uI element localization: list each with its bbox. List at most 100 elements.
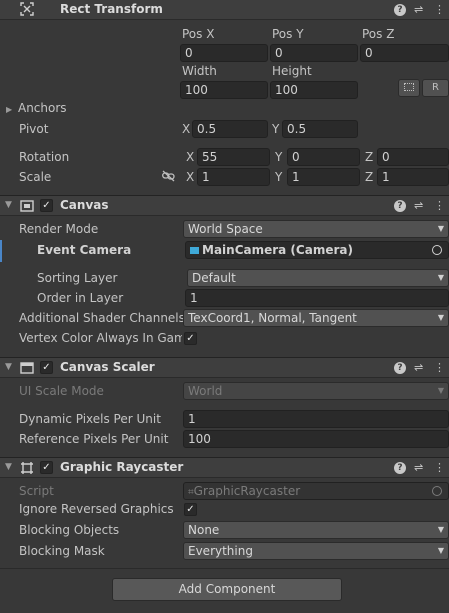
scale-label: Scale (19, 170, 52, 184)
rot-x-field[interactable]: 55 (197, 148, 270, 166)
rotation-label: Rotation (19, 150, 70, 164)
dynamic-pixels-field[interactable]: 1 (183, 410, 449, 428)
ignore-reversed-checkbox[interactable]: ✓ (184, 503, 197, 516)
event-camera-value: MainCamera (Camera) (202, 243, 353, 257)
rot-x-axis: X (186, 150, 195, 164)
blocking-objects-value: None (188, 523, 220, 537)
order-in-layer-label: Order in Layer (37, 291, 124, 305)
sorting-layer-value: Default (192, 271, 236, 285)
preset-icon[interactable]: ⇌ (414, 361, 423, 374)
pos-x-label: Pos X (182, 27, 215, 41)
expand-icon: ▶ (6, 105, 13, 114)
add-component-button[interactable]: Add Component (112, 578, 342, 601)
order-in-layer-field[interactable]: 1 (185, 289, 449, 307)
object-picker-icon[interactable] (432, 245, 442, 255)
pos-x-field[interactable]: 0 (180, 44, 268, 62)
shader-channels-label: Additional Shader Channels (19, 311, 185, 325)
reference-pixels-field[interactable]: 100 (183, 430, 449, 448)
override-indicator (0, 240, 2, 262)
pivot-y-field[interactable]: 0.5 (282, 120, 358, 138)
chevron-down-icon: ▼ (437, 224, 444, 233)
rot-y-field[interactable]: 0 (287, 148, 360, 166)
scale-y-axis: Y (275, 170, 283, 184)
help-icon[interactable]: ? (394, 4, 406, 16)
ignore-reversed-label: Ignore Reversed Graphics (19, 502, 174, 516)
script-field: ⌗GraphicRaycaster (183, 482, 449, 500)
canvas-enabled-checkbox[interactable]: ✓ (40, 199, 53, 212)
sorting-layer-label: Sorting Layer (37, 271, 118, 285)
blocking-mask-value: Everything (188, 544, 253, 558)
graphic-raycaster-title: Graphic Raycaster (60, 460, 184, 474)
rect-transform-title: Rect Transform (60, 2, 163, 16)
ui-scale-mode-label: UI Scale Mode (19, 384, 104, 398)
canvas-title: Canvas (60, 198, 109, 212)
sorting-layer-dropdown[interactable]: Default ▼ (187, 269, 449, 287)
rot-z-field[interactable]: 0 (377, 148, 449, 166)
anchors-foldout[interactable]: ▶ Anchors (6, 101, 67, 115)
shader-channels-value: TexCoord1, Normal, Tangent (188, 311, 357, 325)
script-value: GraphicRaycaster (193, 484, 301, 498)
canvas-header[interactable]: ▼ ✓ Canvas ? ⇌ ⋮ (0, 195, 449, 216)
blueprint-icon (404, 83, 414, 91)
divider (0, 568, 449, 569)
blocking-objects-label: Blocking Objects (19, 523, 120, 537)
constrain-proportions-icon[interactable] (162, 170, 175, 185)
camera-icon (190, 247, 199, 254)
graphic-raycaster-enabled-checkbox[interactable]: ✓ (40, 461, 53, 474)
shader-channels-dropdown[interactable]: TexCoord1, Normal, Tangent ▼ (183, 309, 449, 327)
scale-x-axis: X (186, 170, 195, 184)
blocking-objects-dropdown[interactable]: None ▼ (183, 521, 449, 539)
chevron-down-icon: ▼ (437, 273, 444, 282)
preset-icon[interactable]: ⇌ (414, 461, 423, 474)
event-camera-field[interactable]: MainCamera (Camera) (185, 241, 449, 259)
render-mode-dropdown[interactable]: World Space ▼ (183, 220, 449, 238)
render-mode-label: Render Mode (19, 222, 99, 236)
blueprint-mode-button[interactable] (398, 79, 420, 97)
help-icon[interactable]: ? (394, 362, 406, 374)
menu-icon[interactable]: ⋮ (434, 199, 445, 212)
help-icon[interactable]: ? (394, 200, 406, 212)
collapse-icon[interactable]: ▼ (5, 462, 12, 472)
chevron-down-icon: ▼ (437, 525, 444, 534)
menu-icon[interactable]: ⋮ (434, 3, 445, 16)
scale-z-field[interactable]: 1 (377, 168, 449, 186)
preset-icon[interactable]: ⇌ (414, 3, 423, 16)
vertex-color-checkbox[interactable]: ✓ (184, 332, 197, 345)
collapse-icon[interactable]: ▼ (5, 200, 12, 210)
pos-z-label: Pos Z (362, 27, 395, 41)
raw-edit-button[interactable]: R (422, 79, 449, 97)
pivot-x-field[interactable]: 0.5 (192, 120, 268, 138)
height-field[interactable]: 100 (270, 81, 358, 99)
width-label: Width (182, 64, 217, 78)
anchors-label: Anchors (17, 101, 67, 115)
pivot-x-axis: X (182, 122, 191, 136)
width-field[interactable]: 100 (180, 81, 268, 99)
render-mode-value: World Space (188, 222, 263, 236)
preset-icon[interactable]: ⇌ (414, 199, 423, 212)
pos-y-field[interactable]: 0 (270, 44, 358, 62)
script-label: Script (19, 484, 54, 498)
event-camera-label: Event Camera (37, 243, 132, 257)
rect-transform-icon (20, 2, 34, 16)
menu-icon[interactable]: ⋮ (434, 461, 445, 474)
menu-icon[interactable]: ⋮ (434, 361, 445, 374)
dynamic-pixels-label: Dynamic Pixels Per Unit (19, 412, 161, 426)
pivot-y-axis: Y (272, 122, 280, 136)
help-icon[interactable]: ? (394, 462, 406, 474)
rect-transform-header[interactable]: Rect Transform ? ⇌ ⋮ (0, 0, 449, 20)
ui-scale-mode-value: World (188, 384, 223, 398)
blocking-mask-dropdown[interactable]: Everything ▼ (183, 542, 449, 560)
graphic-raycaster-header[interactable]: ▼ ✓ Graphic Raycaster ? ⇌ ⋮ (0, 457, 449, 478)
collapse-icon[interactable]: ▼ (5, 362, 12, 372)
scale-y-field[interactable]: 1 (287, 168, 360, 186)
ui-scale-mode-dropdown: World ▼ (183, 382, 449, 400)
canvas-scaler-enabled-checkbox[interactable]: ✓ (40, 361, 53, 374)
canvas-scaler-header[interactable]: ▼ ✓ Canvas Scaler ? ⇌ ⋮ (0, 357, 449, 378)
scale-x-field[interactable]: 1 (197, 168, 270, 186)
pos-z-field[interactable]: 0 (360, 44, 449, 62)
reference-pixels-label: Reference Pixels Per Unit (19, 432, 169, 446)
rot-z-axis: Z (365, 150, 374, 164)
pos-y-label: Pos Y (272, 27, 304, 41)
canvas-icon (20, 199, 34, 213)
canvas-scaler-title: Canvas Scaler (60, 360, 155, 374)
